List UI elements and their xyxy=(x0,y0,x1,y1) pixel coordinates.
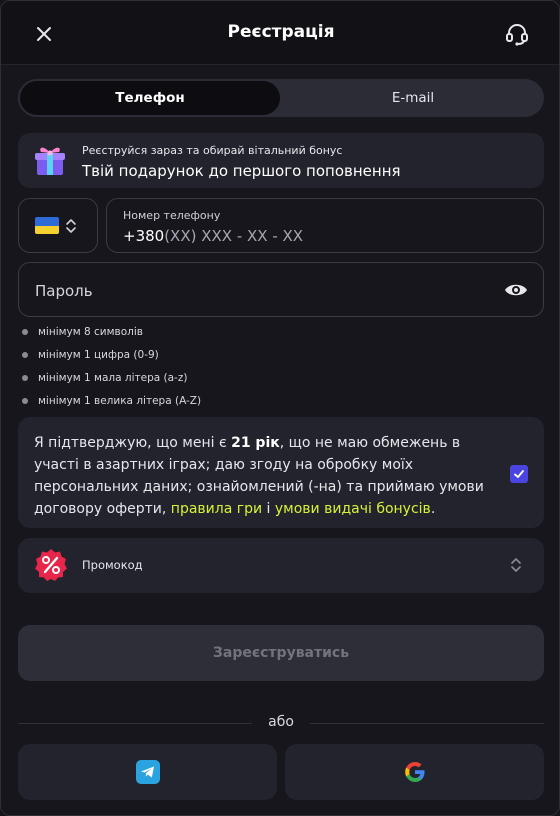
phone-country-code: +380 xyxy=(123,227,165,245)
toggle-password-visibility-button[interactable] xyxy=(503,278,529,302)
auth-method-tabs: Телефон E-mail xyxy=(18,79,544,117)
google-icon xyxy=(404,762,424,782)
rule-text: мінімум 1 цифра (0-9) xyxy=(38,349,159,361)
consent-text-part: Я підтверджую, що мені є xyxy=(34,435,232,451)
ukraine-flag-icon xyxy=(35,217,59,234)
phone-input[interactable]: Номер телефону +380(XX) XXX - XX - XX xyxy=(106,198,544,253)
telegram-login-button[interactable] xyxy=(18,744,277,800)
welcome-bonus-banner[interactable]: Реєструйся зараз та обирай вітальний бон… xyxy=(18,133,544,188)
country-code-select[interactable] xyxy=(18,198,98,253)
bullet-icon xyxy=(22,398,28,404)
chevron-up-down-icon xyxy=(511,558,521,572)
telegram-icon xyxy=(135,760,160,784)
password-rule: мінімум 1 цифра (0-9) xyxy=(21,348,201,371)
tab-phone[interactable]: Телефон xyxy=(18,79,282,117)
page-title: Реєстрація xyxy=(227,22,335,42)
headset-support-icon xyxy=(506,24,528,46)
percent-badge-icon xyxy=(35,549,67,581)
eye-icon xyxy=(505,284,527,296)
bullet-icon xyxy=(22,375,28,381)
divider xyxy=(310,723,544,724)
phone-value: +380(XX) XXX - XX - XX xyxy=(123,227,303,245)
rule-text: мінімум 8 символів xyxy=(38,326,143,338)
support-button[interactable] xyxy=(503,20,531,48)
password-input[interactable]: Пароль xyxy=(18,262,544,317)
gift-icon xyxy=(35,147,65,175)
registration-modal: Реєстрація Телефон E-mail Реєструйся зар… xyxy=(0,0,560,816)
bonus-title: Твій подарунок до першого поповнення xyxy=(82,162,401,180)
terms-consent-block: Я підтверджую, що мені є 21 рік, що не м… xyxy=(18,417,544,528)
password-rule: мінімум 1 мала літера (a-z) xyxy=(21,371,201,394)
bonus-subtitle: Реєструйся зараз та обирай вітальний бон… xyxy=(82,144,343,157)
promo-code-toggle[interactable]: Промокод xyxy=(18,538,544,593)
consent-text-part: і xyxy=(262,501,275,517)
password-rule: мінімум 8 символів xyxy=(21,325,201,348)
consent-text-part: . xyxy=(430,501,436,517)
checkmark-icon xyxy=(514,470,524,478)
bullet-icon xyxy=(22,352,28,358)
bonus-terms-link[interactable]: умови видачі бонусів xyxy=(275,501,431,517)
password-rule: мінімум 1 велика літера (A-Z) xyxy=(21,394,201,417)
divider xyxy=(18,723,252,724)
tab-email[interactable]: E-mail xyxy=(282,79,544,117)
register-button[interactable]: Зареєструватись xyxy=(18,625,544,681)
consent-text: Я підтверджую, що мені є 21 рік, що не м… xyxy=(34,432,494,520)
consent-age: 21 рік xyxy=(231,435,280,451)
password-placeholder: Пароль xyxy=(35,282,93,300)
chevron-up-down-icon xyxy=(66,219,76,233)
or-separator: або xyxy=(268,714,294,730)
modal-header: Реєстрація xyxy=(1,1,559,65)
password-rules: мінімум 8 символів мінімум 1 цифра (0-9)… xyxy=(21,325,201,417)
phone-label: Номер телефону xyxy=(123,209,221,222)
bullet-icon xyxy=(22,329,28,335)
rule-text: мінімум 1 велика літера (A-Z) xyxy=(38,395,202,407)
consent-checkbox[interactable] xyxy=(510,465,528,483)
google-login-button[interactable] xyxy=(285,744,544,800)
phone-mask: (XX) XXX - XX - XX xyxy=(164,227,304,245)
rule-text: мінімум 1 мала літера (a-z) xyxy=(38,372,188,384)
game-rules-link[interactable]: правила гри xyxy=(171,501,262,517)
promo-label: Промокод xyxy=(82,558,143,572)
